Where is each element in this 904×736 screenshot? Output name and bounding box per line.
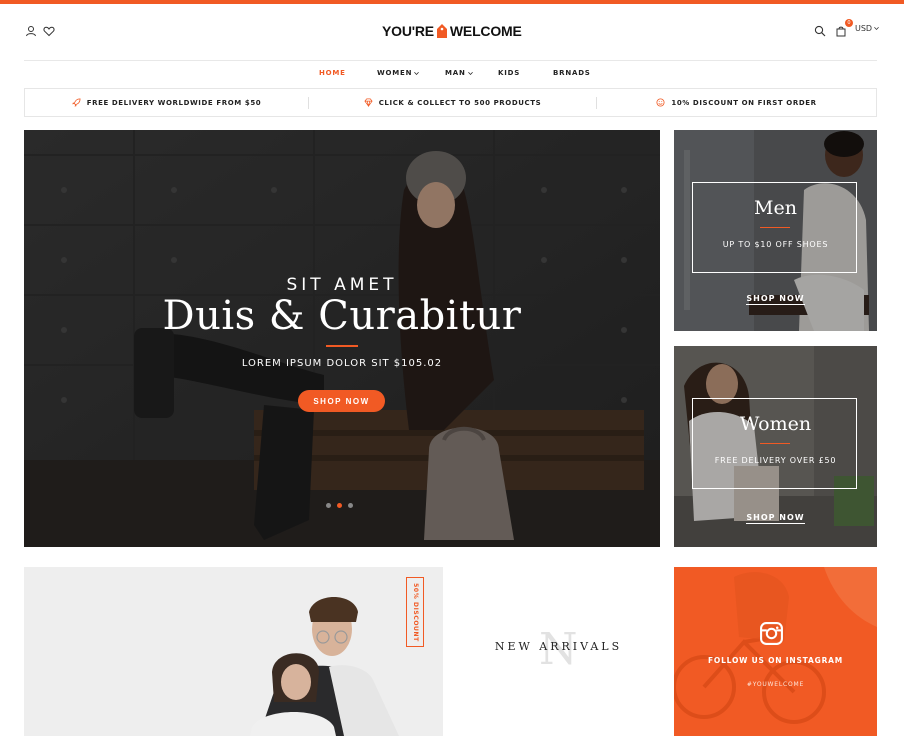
instagram-background-image xyxy=(674,567,877,736)
nav-item-label: HOME xyxy=(319,69,346,77)
site-logo[interactable]: YOU'RE WELCOME xyxy=(382,19,522,43)
hero-shop-now-button[interactable]: SHOP NOW xyxy=(298,390,385,412)
feature-label: FREE DELIVERY WORLDWIDE FROM $50 xyxy=(86,98,262,107)
nav-item-women[interactable]: WOMEN xyxy=(377,69,420,77)
chevron-down-icon xyxy=(874,26,879,31)
banner-women-shop-label: SHOP NOW xyxy=(746,513,805,524)
slider-dot-2[interactable] xyxy=(337,503,342,508)
slider-dot-3[interactable] xyxy=(348,503,353,508)
feature-label: 10% DISCOUNT ON FIRST ORDER xyxy=(671,98,817,107)
promo-discount-label: 50% DISCOUNT xyxy=(411,582,419,642)
banner-men-title: Men xyxy=(754,197,797,219)
cart-icon[interactable]: 0 xyxy=(834,19,853,38)
promo-image xyxy=(24,567,443,736)
banner-women-title: Women xyxy=(739,413,812,435)
site-header: YOU'RE WELCOME 0 USD xyxy=(24,4,879,60)
banner-women-divider xyxy=(760,443,790,444)
smile-icon xyxy=(656,98,665,107)
user-icon[interactable] xyxy=(24,24,38,38)
feature-free-delivery: FREE DELIVERY WORLDWIDE FROM $50 xyxy=(25,89,308,116)
nav-item-label: MAN xyxy=(445,69,466,77)
currency-label: USD xyxy=(855,24,873,33)
banner-women-shop-link[interactable]: SHOP NOW xyxy=(674,513,877,524)
heart-icon[interactable] xyxy=(42,24,56,38)
chevron-down-icon xyxy=(467,71,473,75)
banner-men[interactable]: Men UP TO $10 OFF SHOES SHOP NOW xyxy=(674,130,877,331)
feature-discount: 10% DISCOUNT ON FIRST ORDER xyxy=(597,89,876,116)
banner-women-caption: FREE DELIVERY OVER £50 xyxy=(714,456,837,465)
price-tag-icon xyxy=(436,22,448,40)
nav-item-home[interactable]: HOME xyxy=(319,69,346,77)
banner-men-divider xyxy=(760,227,790,228)
slider-dot-1[interactable] xyxy=(326,503,331,508)
nav-item-brands[interactable]: BRNADS xyxy=(553,69,591,77)
hero-caption: LOREM IPSUM DOLOR SIT $105.02 xyxy=(241,358,443,369)
logo-text-left: YOU'RE xyxy=(382,23,434,39)
chevron-down-icon xyxy=(414,71,420,75)
promo-discount-badge: 50% DISCOUNT xyxy=(406,577,424,647)
nav-item-label: WOMEN xyxy=(377,69,413,77)
nav-item-label: KIDS xyxy=(498,69,521,77)
hero-slider: SIT AMET Duis & Curabitur LOREM IPSUM DO… xyxy=(24,130,660,547)
instagram-handle: #YOUWELCOME xyxy=(746,681,805,688)
hero-divider xyxy=(326,345,358,347)
new-arrivals-block[interactable]: N NEW ARRIVALS xyxy=(443,567,674,736)
main-nav: HOME WOMEN MAN KIDS BRNADS xyxy=(24,61,877,87)
slider-dots xyxy=(326,503,353,508)
features-bar: FREE DELIVERY WORLDWIDE FROM $50 CLICK &… xyxy=(24,88,877,117)
currency-selector[interactable]: USD xyxy=(855,24,879,33)
instagram-banner[interactable]: FOLLOW US ON INSTAGRAM #YOUWELCOME xyxy=(674,567,877,736)
feature-label: CLICK & COLLECT TO 500 PRODUCTS xyxy=(378,98,542,107)
cart-count-badge: 0 xyxy=(845,19,853,27)
nav-item-kids[interactable]: KIDS xyxy=(498,69,520,77)
search-icon[interactable] xyxy=(813,24,827,38)
feature-click-collect: CLICK & COLLECT TO 500 PRODUCTS xyxy=(309,89,596,116)
banner-men-shop-link[interactable]: SHOP NOW xyxy=(674,294,877,305)
promo-banner[interactable]: 50% DISCOUNT xyxy=(24,567,443,736)
banner-men-shop-label: SHOP NOW xyxy=(746,294,805,305)
hero-title: Duis & Curabitur xyxy=(162,293,522,339)
instagram-follow-text: FOLLOW US ON INSTAGRAM xyxy=(707,656,844,665)
rocket-icon xyxy=(72,98,81,107)
instagram-icon[interactable] xyxy=(759,621,784,646)
banner-women[interactable]: Women FREE DELIVERY OVER £50 SHOP NOW xyxy=(674,346,877,547)
arrivals-title: NEW ARRIVALS xyxy=(494,640,623,653)
nav-item-label: BRNADS xyxy=(553,69,591,77)
nav-item-man[interactable]: MAN xyxy=(445,69,473,77)
diamond-icon xyxy=(364,98,373,107)
logo-text-right: WELCOME xyxy=(449,23,522,39)
banner-men-caption: UP TO $10 OFF SHOES xyxy=(722,240,829,249)
hero-subtitle: SIT AMET xyxy=(286,275,398,295)
